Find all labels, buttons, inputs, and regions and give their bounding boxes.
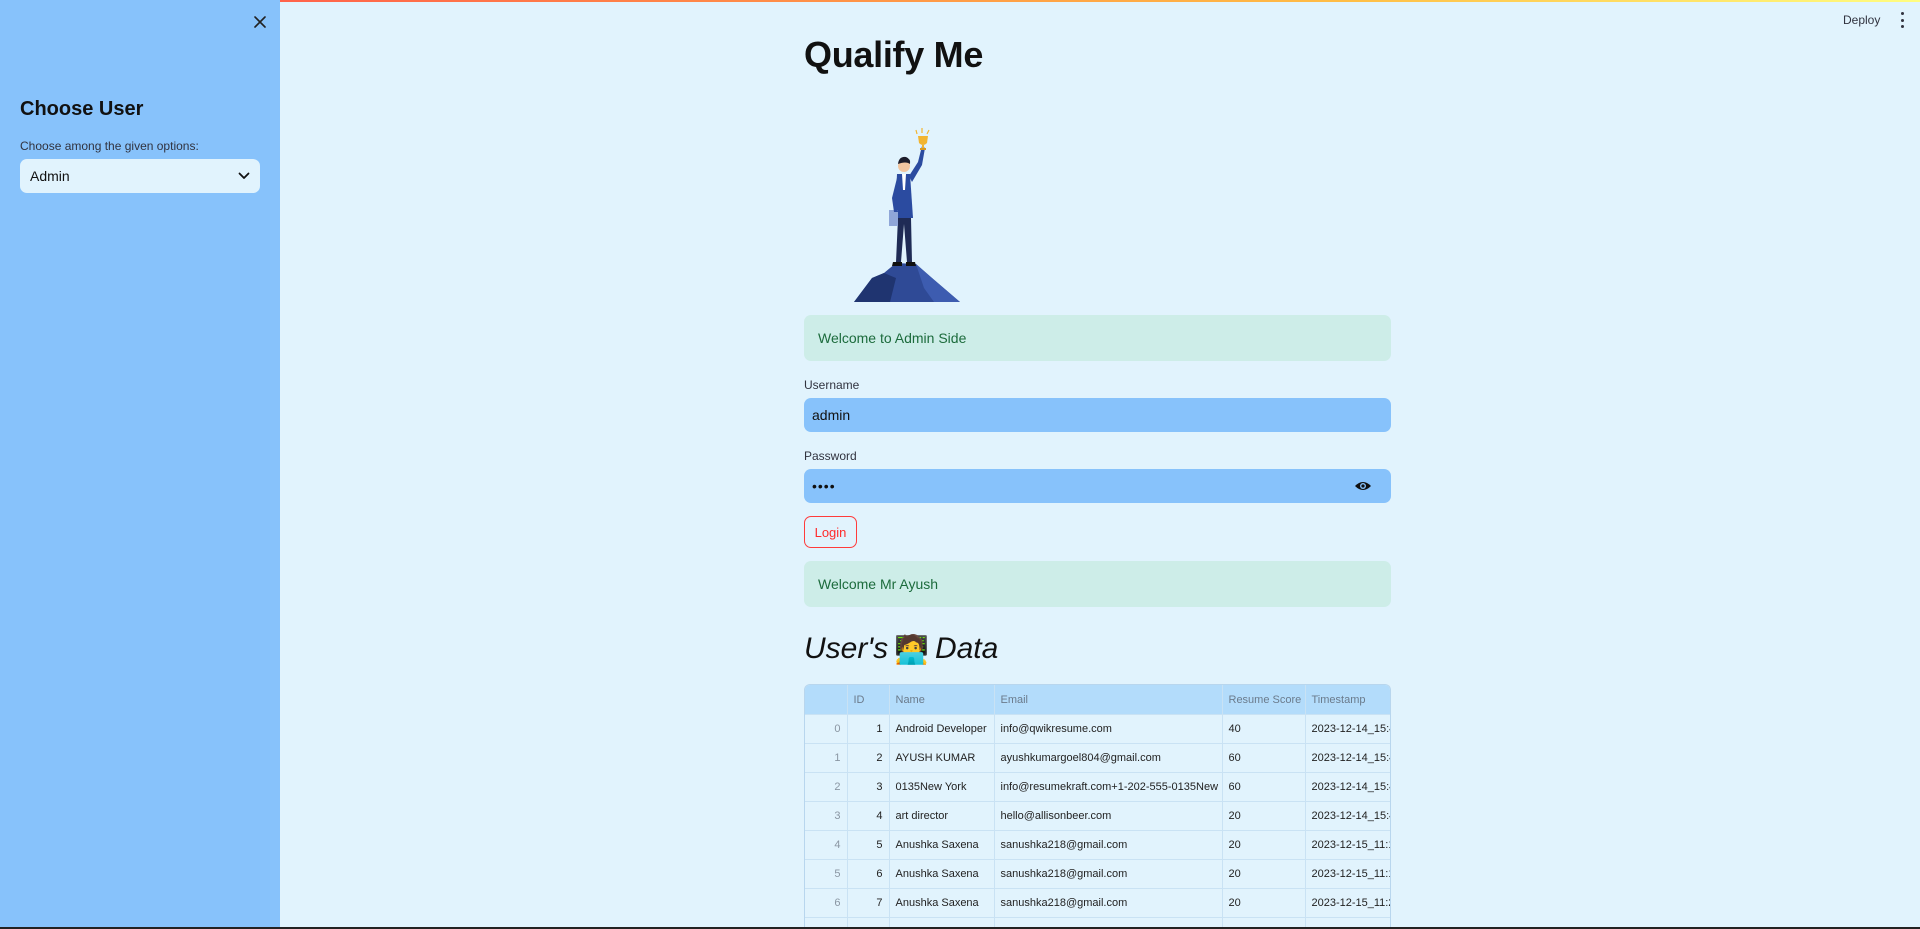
- column-header-name[interactable]: Name: [889, 685, 995, 715]
- cell-timestamp[interactable]: 2023-12-15_11:1: [1305, 859, 1390, 889]
- row-index: 1: [805, 743, 848, 773]
- cell-id[interactable]: 3: [847, 772, 890, 802]
- row-index: [805, 917, 848, 927]
- select-label: Choose among the given options:: [20, 139, 199, 153]
- cell-name[interactable]: 0135New York: [889, 772, 995, 802]
- menu-dot-icon: [1900, 25, 1904, 28]
- users-data-table[interactable]: ID Name Email Resume Score Timestamp 0 1…: [804, 684, 1391, 927]
- row-index: 5: [805, 859, 848, 889]
- cell-timestamp[interactable]: 2023-12-14_15:4: [1305, 801, 1390, 831]
- cell-id[interactable]: 2: [847, 743, 890, 773]
- cell-email[interactable]: ayushkumargoel804@gmail.com: [994, 743, 1223, 773]
- cell-timestamp[interactable]: [1305, 917, 1390, 927]
- row-index: 0: [805, 714, 848, 744]
- cell-id[interactable]: 6: [847, 859, 890, 889]
- column-header-index[interactable]: [805, 685, 848, 715]
- cell-name[interactable]: Anushka Saxena: [889, 859, 995, 889]
- cell-email[interactable]: hello@allisonbeer.com: [994, 801, 1223, 831]
- table-row[interactable]: 6 7 Anushka Saxena sanushka218@gmail.com…: [805, 888, 1390, 918]
- cell-resume-score[interactable]: 60: [1222, 743, 1306, 773]
- top-decoration-bar: [0, 0, 1920, 2]
- row-index: 4: [805, 830, 848, 860]
- row-index: 3: [805, 801, 848, 831]
- password-label: Password: [804, 449, 857, 463]
- deploy-button[interactable]: Deploy: [1843, 13, 1880, 27]
- table-row[interactable]: 5 6 Anushka Saxena sanushka218@gmail.com…: [805, 859, 1390, 889]
- sidebar-title: Choose User: [20, 98, 144, 120]
- table-row[interactable]: 3 4 art director hello@allisonbeer.com 2…: [805, 801, 1390, 831]
- cell-resume-score[interactable]: [1222, 917, 1306, 927]
- cell-timestamp[interactable]: 2023-12-14_15:4: [1305, 772, 1390, 802]
- cell-name[interactable]: art director: [889, 801, 995, 831]
- technologist-emoji-icon: 🧑‍💻: [894, 633, 929, 665]
- cell-timestamp[interactable]: 2023-12-14_15:4: [1305, 714, 1390, 744]
- section-title: User's 🧑‍💻 Data: [804, 632, 998, 666]
- cell-timestamp[interactable]: 2023-12-14_15:4: [1305, 743, 1390, 773]
- cell-email[interactable]: sanushka218@gmail.com: [994, 888, 1223, 918]
- show-password-button[interactable]: [1354, 478, 1372, 494]
- username-label: Username: [804, 378, 860, 392]
- eye-icon: [1355, 482, 1371, 490]
- chevron-down-icon: [238, 172, 250, 179]
- success-illustration: [854, 128, 960, 302]
- cell-email[interactable]: sanushka218@gmail.com: [994, 830, 1223, 860]
- cell-name[interactable]: Anushka Saxena: [889, 830, 995, 860]
- admin-welcome-alert: Welcome to Admin Side: [804, 315, 1391, 361]
- cell-id[interactable]: 5: [847, 830, 890, 860]
- column-header-email[interactable]: Email: [994, 685, 1223, 715]
- menu-dot-icon: [1900, 12, 1904, 15]
- section-title-end: Data: [934, 632, 999, 665]
- cell-resume-score[interactable]: 20: [1222, 888, 1306, 918]
- cell-email[interactable]: info@qwikresume.com: [994, 714, 1223, 744]
- page-title: Qualify Me: [804, 34, 984, 75]
- cell-resume-score[interactable]: 40: [1222, 714, 1306, 744]
- column-header-id[interactable]: ID: [847, 685, 890, 715]
- table-row[interactable]: [805, 917, 1390, 927]
- select-value: Admin: [30, 168, 70, 184]
- table-header-row: ID Name Email Resume Score Timestamp: [805, 685, 1390, 715]
- table-row[interactable]: 0 1 Android Developer info@qwikresume.co…: [805, 714, 1390, 744]
- login-button[interactable]: Login: [804, 516, 857, 548]
- user-welcome-alert: Welcome Mr Ayush: [804, 561, 1391, 607]
- table-row[interactable]: 1 2 AYUSH KUMAR ayushkumargoel804@gmail.…: [805, 743, 1390, 773]
- sidebar: Choose User Choose among the given optio…: [0, 0, 280, 927]
- table-row[interactable]: 2 3 0135New York info@resumekraft.com+1-…: [805, 772, 1390, 802]
- section-title-start: User's: [804, 632, 889, 665]
- cell-name[interactable]: Android Developer: [889, 714, 995, 744]
- row-index: 2: [805, 772, 848, 802]
- cell-name[interactable]: [889, 917, 995, 927]
- cell-name[interactable]: Anushka Saxena: [889, 888, 995, 918]
- cell-timestamp[interactable]: 2023-12-15_11:2: [1305, 888, 1390, 918]
- main-menu-button[interactable]: [1896, 12, 1908, 28]
- cell-resume-score[interactable]: 20: [1222, 801, 1306, 831]
- close-sidebar-button[interactable]: [250, 12, 270, 32]
- user-type-select[interactable]: Admin: [20, 159, 260, 193]
- cell-email[interactable]: [994, 917, 1223, 927]
- cell-id[interactable]: [847, 917, 890, 927]
- column-header-resume-score[interactable]: Resume Score: [1222, 685, 1306, 715]
- cell-resume-score[interactable]: 20: [1222, 859, 1306, 889]
- menu-dot-icon: [1900, 18, 1904, 22]
- column-header-timestamp[interactable]: Timestamp: [1305, 685, 1390, 715]
- password-input[interactable]: [804, 469, 1391, 503]
- cell-id[interactable]: 4: [847, 801, 890, 831]
- close-icon: [254, 16, 266, 28]
- cell-id[interactable]: 7: [847, 888, 890, 918]
- row-index: 6: [805, 888, 848, 918]
- cell-email[interactable]: info@resumekraft.com+1-202-555-0135New: [994, 772, 1223, 802]
- cell-resume-score[interactable]: 20: [1222, 830, 1306, 860]
- username-input[interactable]: [804, 398, 1391, 432]
- cell-id[interactable]: 1: [847, 714, 890, 744]
- table-row[interactable]: 4 5 Anushka Saxena sanushka218@gmail.com…: [805, 830, 1390, 860]
- cell-email[interactable]: sanushka218@gmail.com: [994, 859, 1223, 889]
- cell-name[interactable]: AYUSH KUMAR: [889, 743, 995, 773]
- cell-resume-score[interactable]: 60: [1222, 772, 1306, 802]
- cell-timestamp[interactable]: 2023-12-15_11:1: [1305, 830, 1390, 860]
